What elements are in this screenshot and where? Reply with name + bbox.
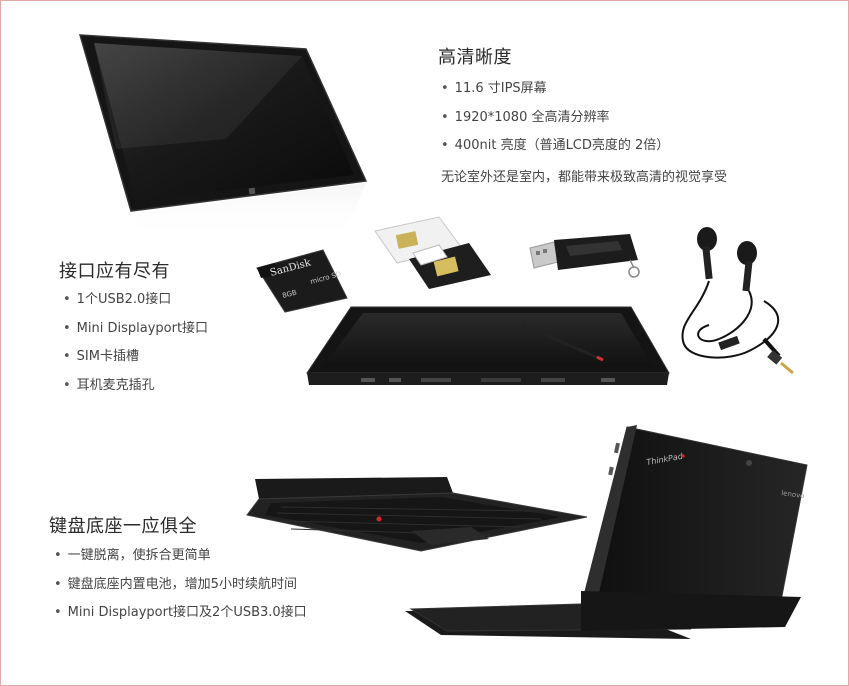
- dock-feature-item: Mini Displayport接口及2个USB3.0接口: [54, 604, 307, 621]
- dock-feature-item: 一键脱离，使拆合更简单: [54, 547, 307, 564]
- sim-card-image: [374, 216, 491, 289]
- display-note: 无论室外还是室内，都能带来极致高清的视觉享受: [441, 170, 728, 185]
- display-feature-item: 11.6 寸IPS屏幕: [441, 80, 669, 97]
- dock-feature-list: 一键脱离，使拆合更简单 键盘底座内置电池，增加5小时续航时间 Mini Disp…: [54, 547, 307, 633]
- ports-feature-item: Mini Displayport接口: [63, 320, 208, 337]
- ports-feature-item: 1个USB2.0接口: [63, 291, 208, 308]
- ports-title: 接口应有尽有: [59, 261, 170, 282]
- ports-feature-item: SIM卡插槽: [63, 348, 208, 365]
- dock-feature-item: 键盘底座内置电池，增加5小时续航时间: [54, 576, 307, 593]
- product-feature-page: 高清晰度 11.6 寸IPS屏幕 1920*1080 全高清分辨率 400nit…: [0, 0, 849, 686]
- tablet-front-image: [78, 34, 368, 241]
- tablet-ports-image: [306, 306, 670, 385]
- display-feature-item: 400nit 亮度（普通LCD亮度的 2倍）: [441, 137, 670, 154]
- earphones-image: [681, 227, 794, 375]
- ports-feature-item: 耳机麦克插孔: [63, 377, 208, 394]
- dock-title: 键盘底座一应俱全: [49, 516, 197, 537]
- ports-feature-list: 1个USB2.0接口 Mini Displayport接口 SIM卡插槽 耳机麦…: [63, 291, 208, 405]
- display-title: 高清晰度: [438, 47, 512, 68]
- usb-drive-image: [529, 234, 640, 278]
- display-feature-item: 1920*1080 全高清分辨率: [441, 109, 669, 126]
- tablet-docked-image: ThinkPad lenovo: [405, 425, 808, 639]
- display-feature-list: 11.6 寸IPS屏幕 1920*1080 全高清分辨率 400nit 亮度（普…: [441, 80, 670, 166]
